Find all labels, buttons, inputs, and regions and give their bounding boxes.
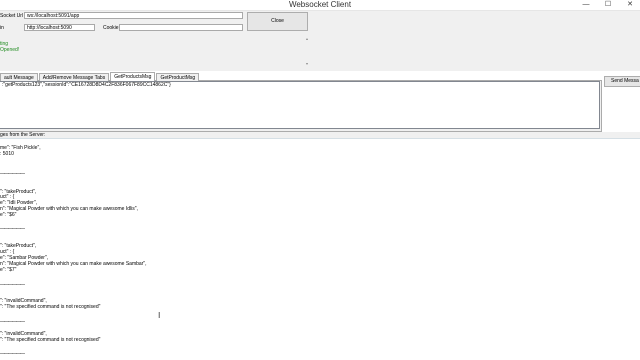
server-log[interactable] — [0, 141, 640, 360]
log-line: ": "The specified command is not recogni… — [0, 337, 101, 343]
cookie-label: Cookie — [103, 25, 119, 31]
scroll-up-icon[interactable]: ▴ — [306, 36, 308, 41]
title-bar: Websocket Client — ☐ ✕ — [0, 0, 640, 11]
maximize-icon[interactable]: ☐ — [602, 0, 614, 10]
origin-input[interactable]: http://localhost:5090 — [24, 24, 95, 31]
tab-add-remove[interactable]: Add/Remove Message Tabs — [38, 73, 110, 81]
message-tabs: ault Message Add/Remove Message Tabs Get… — [0, 72, 200, 81]
tab-getproductmsg[interactable]: GetProductMsg — [156, 73, 200, 81]
text-cursor-icon: I — [158, 311, 161, 320]
log-separator: —————— — [0, 226, 25, 232]
log-line: n": "Magical Powder with which you can m… — [0, 261, 147, 267]
close-window-icon[interactable]: ✕ — [624, 0, 636, 10]
tab-getproductsmsg[interactable]: GetProductsMsg — [110, 72, 156, 81]
cookie-input[interactable] — [119, 24, 243, 31]
log-separator: —————— — [0, 319, 25, 325]
window-title: Websocket Client — [288, 0, 352, 9]
log-separator: —————— — [0, 282, 25, 288]
window-controls: — ☐ ✕ — [580, 0, 636, 10]
log-line: : 5010 — [0, 151, 14, 157]
log-line: n": "Magical Powder with which you can m… — [0, 206, 138, 212]
log-line: e": "$6" — [0, 212, 17, 218]
minimize-icon[interactable]: — — [580, 0, 592, 10]
origin-label: in — [0, 25, 4, 31]
scroll-down-icon[interactable]: ▾ — [306, 61, 308, 66]
socket-url-input[interactable]: ws://localhost:5091/app — [24, 12, 243, 19]
log-separator: —————— — [0, 171, 25, 177]
log-line: ": "The specified command is not recogni… — [0, 304, 101, 310]
socket-url-label: Socket Url — [0, 13, 24, 19]
message-text: :"getProducts123","sessionId":"CE16728D8… — [2, 82, 171, 88]
connection-panel — [0, 11, 640, 71]
tab-default-message[interactable]: ault Message — [0, 73, 38, 81]
divider — [0, 138, 640, 139]
log-line: e": "$7" — [0, 267, 17, 273]
close-button[interactable]: Close — [247, 12, 308, 31]
log-separator: —————— — [0, 351, 25, 357]
send-message-button[interactable]: Send Messa — [604, 76, 640, 87]
message-textarea[interactable]: :"getProducts123","sessionId":"CE16728D8… — [0, 81, 600, 129]
status-line-2: Opened! — [0, 47, 20, 53]
